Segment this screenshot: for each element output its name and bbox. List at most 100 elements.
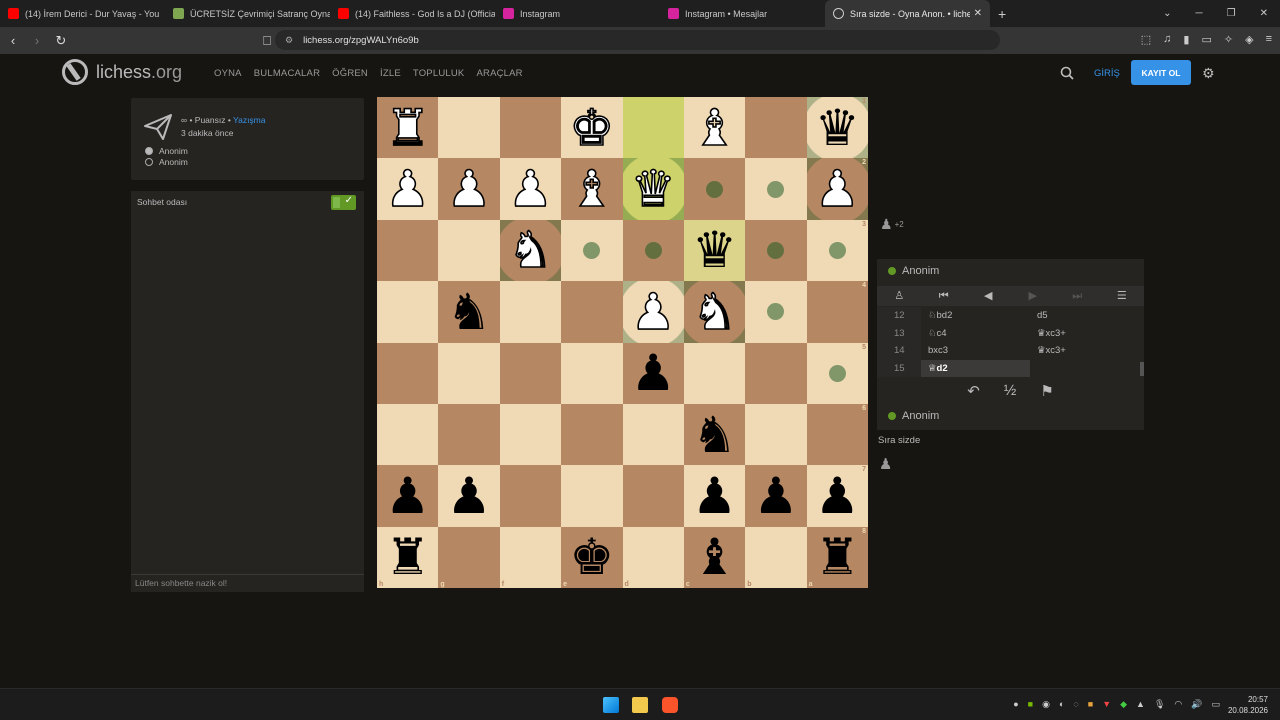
lichess-logo[interactable]: lichess.org <box>62 59 182 85</box>
white-knight-icon[interactable]: ♞ <box>691 286 737 338</box>
browser-tab[interactable]: ÜCRETSİZ Çevrimiçi Satranç Oynayın <box>165 0 330 27</box>
white-move[interactable]: ♘bd2 <box>921 307 1030 325</box>
black-rook-icon[interactable]: ♜ <box>815 532 860 582</box>
browser-tab[interactable]: Instagram • Mesajlar <box>660 0 825 27</box>
black-pawn-icon[interactable]: ♟ <box>692 471 737 521</box>
reload-icon[interactable]: ↻ <box>50 33 72 49</box>
square-b1[interactable] <box>745 97 807 159</box>
login-link[interactable]: GİRİŞ <box>1094 68 1120 79</box>
search-icon[interactable] <box>1060 66 1074 80</box>
last-move-icon[interactable]: ⏭ <box>1055 286 1100 306</box>
white-bishop-icon[interactable]: ♝ <box>569 163 615 215</box>
white-king-icon[interactable]: ♚ <box>569 102 615 154</box>
nav-learn[interactable]: ÖĞREN <box>332 68 368 79</box>
move-hint-dot[interactable] <box>767 303 785 321</box>
browser-tab[interactable]: (14) İrem Derici - Dur Yavaş - You <box>0 0 165 27</box>
square-a1[interactable]: ♛ 1 <box>806 97 868 159</box>
square-e6[interactable] <box>561 403 623 466</box>
black-move[interactable]: ♛xc3+ <box>1030 342 1139 360</box>
square-h4[interactable] <box>377 281 439 343</box>
square-e1[interactable]: ♚ <box>561 97 623 159</box>
square-c5[interactable] <box>683 342 746 404</box>
wifi-icon[interactable]: ◠ <box>1174 699 1182 710</box>
menu-icon[interactable]: ≡ <box>1266 33 1272 46</box>
square-d3[interactable] <box>622 219 684 282</box>
square-f4[interactable] <box>499 281 562 343</box>
leo-icon[interactable]: ✧ <box>1224 33 1233 46</box>
player-name[interactable]: Anonim <box>888 410 939 422</box>
square-c7[interactable]: ♟ <box>683 465 746 527</box>
square-h3[interactable] <box>377 219 439 282</box>
white-move[interactable]: bxc3 <box>921 342 1030 360</box>
square-h1[interactable]: ♜ <box>377 97 439 159</box>
browser-tab-active[interactable]: Sıra sizde - Oyna Anon. • liches ✕ <box>825 0 990 27</box>
site-info-icon[interactable]: ⚙ <box>285 35 293 46</box>
chess-board[interactable]: ♜ ♚ ♝ ♛ 1 ♟ ♟ ♟ ♝ ♛ ♟ 2 ♞ ♛ 3 ♞ ♟ ♞ 4 ♟ 5 ♞ 6 ♟ ♟ ♟ ♟ ♟ 7 ♜ h g f ♚ e d ♝ c b ♜… <box>377 97 868 588</box>
nav-watch[interactable]: İZLE <box>380 68 401 79</box>
square-d4[interactable]: ♟ <box>622 281 684 343</box>
square-d8[interactable]: d <box>622 526 684 588</box>
back-icon[interactable]: ‹ <box>2 33 24 48</box>
square-b5[interactable] <box>745 342 807 404</box>
white-pawn-icon[interactable]: ♟ <box>630 286 676 338</box>
black-king-icon[interactable]: ♚ <box>569 532 614 582</box>
tray-icon[interactable]: ▲ <box>1136 699 1145 710</box>
square-f2[interactable]: ♟ <box>499 158 562 220</box>
gear-icon[interactable]: ⚙ <box>1202 65 1215 82</box>
square-h7[interactable]: ♟ <box>377 465 439 527</box>
square-f3[interactable]: ♞ <box>499 219 562 282</box>
square-e3[interactable] <box>561 219 623 282</box>
square-b3[interactable] <box>745 219 807 282</box>
tray-icon[interactable]: ■ <box>1088 699 1093 710</box>
extensions-icon[interactable]: ⬚ <box>1141 33 1151 46</box>
forward-icon[interactable]: › <box>26 33 48 48</box>
square-c6[interactable]: ♞ <box>683 403 746 466</box>
sidebar-icon[interactable]: ▮ <box>1183 33 1189 46</box>
black-move[interactable]: ♛xc3+ <box>1030 325 1139 343</box>
move-hint-dot[interactable] <box>828 364 846 382</box>
file-explorer-icon[interactable] <box>632 697 648 713</box>
new-tab-button[interactable]: + <box>998 6 1006 22</box>
square-f6[interactable] <box>499 403 562 466</box>
black-pawn-icon[interactable]: ♟ <box>385 471 430 521</box>
square-f8[interactable]: f <box>499 526 562 588</box>
square-a4[interactable]: 4 <box>806 281 868 343</box>
black-knight-icon[interactable]: ♞ <box>692 410 737 460</box>
move-hint-dot[interactable] <box>828 241 846 259</box>
move-hint-dot[interactable] <box>767 241 785 259</box>
black-pawn-icon[interactable]: ♟ <box>447 471 492 521</box>
square-d2[interactable]: ♛ <box>622 158 684 220</box>
start-icon[interactable] <box>603 697 619 713</box>
chat-input[interactable]: Lütfen sohbette nazik ol! <box>131 574 364 592</box>
square-b8[interactable]: b <box>745 526 807 588</box>
steam-icon[interactable]: ◉ <box>1042 699 1050 710</box>
media-icon[interactable]: ♫ <box>1163 33 1171 46</box>
chat-toggle[interactable] <box>331 195 356 210</box>
white-queen-icon[interactable]: ♛ <box>630 163 676 215</box>
square-f7[interactable] <box>499 465 562 527</box>
nav-puzzles[interactable]: BULMACALAR <box>254 68 320 79</box>
square-e5[interactable] <box>561 342 623 404</box>
white-pawn-icon[interactable]: ♟ <box>446 163 492 215</box>
resign-flag-icon[interactable]: ⚑ <box>1040 382 1053 400</box>
browser-tab[interactable]: Instagram <box>495 0 660 27</box>
square-c3[interactable]: ♛ <box>683 219 746 282</box>
prev-move-icon[interactable]: ◀ <box>966 286 1011 306</box>
square-g8[interactable]: g <box>438 526 500 588</box>
square-g2[interactable]: ♟ <box>438 158 500 220</box>
square-c1[interactable]: ♝ <box>683 97 746 159</box>
clock[interactable]: 20:57 20.08.2026 <box>1228 694 1268 716</box>
square-e8[interactable]: ♚ e <box>561 526 623 588</box>
brave-icon[interactable] <box>662 697 678 713</box>
url-field[interactable]: ⚙ lichess.org/zpgWALYn6o9b <box>275 30 1000 50</box>
square-a2[interactable]: ♟ 2 <box>806 158 868 220</box>
square-h6[interactable] <box>377 403 439 466</box>
white-pawn-icon[interactable]: ♟ <box>507 163 553 215</box>
black-queen-icon[interactable]: ♛ <box>815 103 860 153</box>
white-bishop-icon[interactable]: ♝ <box>691 102 737 154</box>
next-move-icon[interactable]: ▶ <box>1011 286 1056 306</box>
move-hint-dot[interactable] <box>706 180 724 198</box>
square-c2[interactable] <box>683 158 746 220</box>
square-e2[interactable]: ♝ <box>561 158 623 220</box>
tab-list-icon[interactable]: ⌄ <box>1163 8 1171 19</box>
